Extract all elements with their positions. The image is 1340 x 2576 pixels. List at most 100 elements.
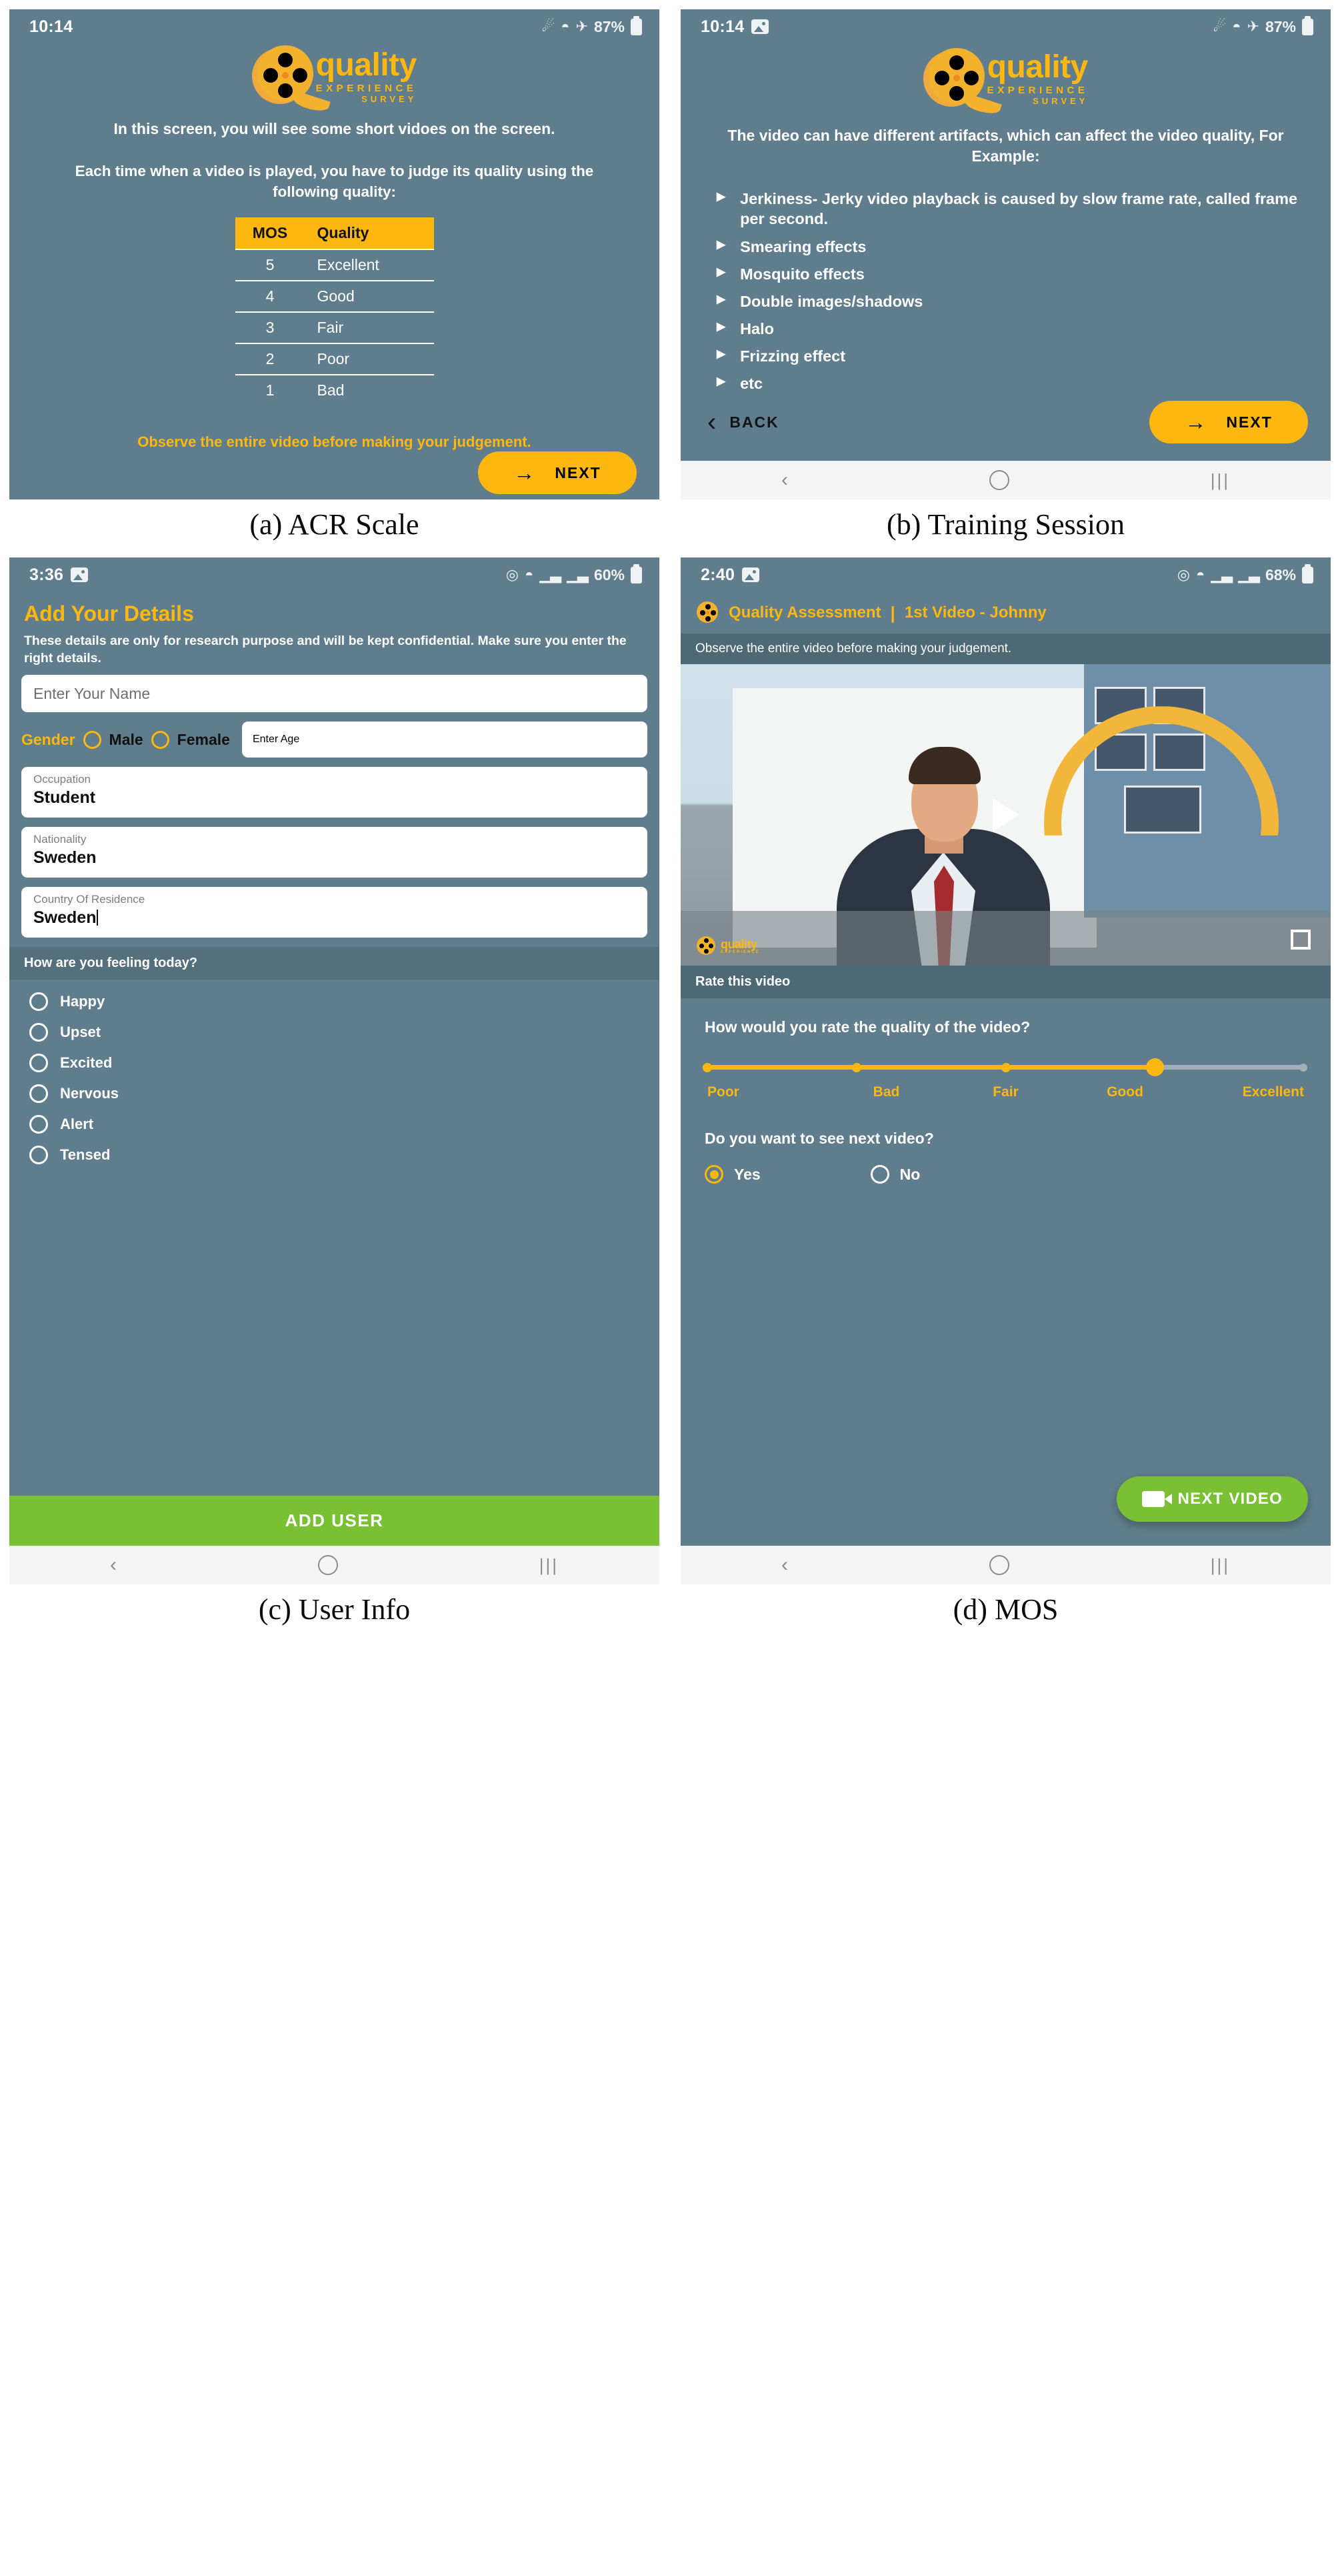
caption-d: (d) MOS [953, 1593, 1059, 1626]
status-bar-c: 3:36 ◎ ◓ ▁▃ ▁▃ 60% [9, 557, 659, 592]
table-row: 3 Fair [235, 311, 434, 343]
gender-radio-male[interactable] [83, 730, 101, 749]
panel-c-user-info: 3:36 ◎ ◓ ▁▃ ▁▃ 60% Add Your Details Thes… [9, 557, 659, 1584]
feeling-option[interactable]: Happy [9, 986, 659, 1017]
android-nav-bar-d: ‹ ||| [681, 1546, 1331, 1584]
home-icon[interactable] [317, 1555, 338, 1575]
triangle-bullet-icon: ▶ [717, 319, 726, 333]
recents-icon[interactable]: ||| [1211, 471, 1230, 489]
bluetooth-icon: ☄ [541, 18, 555, 35]
instruction-text: Each time when a video is played, you ha… [75, 163, 594, 200]
slider-label-fair: Fair [993, 1084, 1019, 1100]
radio-no[interactable] [870, 1165, 889, 1184]
table-row: 1 Bad [235, 373, 434, 405]
panel-d-mos: 2:40 ◎ ◓ ▁▃ ▁▃ 68% Quality Assessment | … [681, 557, 1331, 1584]
slider-labels: Poor Bad Fair Good Excellent [707, 1084, 1304, 1100]
age-input-placeholder: Enter Age [252, 734, 300, 746]
slider-tick-fair[interactable] [1001, 1063, 1011, 1072]
home-icon[interactable] [989, 470, 1009, 490]
name-input[interactable]: Enter Your Name [21, 675, 647, 713]
feeling-radio[interactable] [29, 1054, 48, 1073]
next-button-label: NEXT [555, 463, 601, 481]
panel-a-cell: 10:14 ☄ ◓ ✈ 87% quality EXPERIENCE SURVE… [9, 9, 659, 541]
list-item-label: Smearing effects [740, 237, 867, 255]
recents-icon[interactable]: ||| [539, 1556, 559, 1574]
airplane-icon: ✈ [1247, 18, 1259, 35]
arrow-right-icon: → [1185, 410, 1208, 434]
cell-quality: Bad [305, 373, 434, 405]
back-icon[interactable]: ‹ [781, 470, 788, 490]
list-item: ▶ Double images/shadows [710, 291, 1304, 311]
back-icon[interactable]: ‹ [110, 1555, 117, 1575]
slider-fill [707, 1065, 1155, 1070]
arrow-right-icon: → [513, 461, 537, 485]
quality-slider[interactable] [703, 1058, 1307, 1076]
status-right-c: ◎ ◓ ▁▃ ▁▃ 60% [506, 563, 642, 584]
list-item: ▶ Frizzing effect [710, 346, 1304, 366]
fullscreen-icon[interactable] [1291, 930, 1311, 950]
answer-yes-label: Yes [734, 1165, 761, 1183]
feeling-label: Alert [60, 1116, 94, 1133]
table-row: 4 Good [235, 279, 434, 312]
list-item-label: Jerkiness- Jerky video playback is cause… [740, 190, 1298, 228]
gender-radio-female[interactable] [151, 730, 169, 749]
residence-field[interactable]: Country Of Residence Sweden [21, 887, 647, 938]
battery-percent: 60% [593, 565, 625, 583]
answer-no-label: No [899, 1165, 921, 1183]
wifi-icon: ◓ [561, 18, 570, 35]
image-icon [751, 19, 769, 34]
figure-row-top: 10:14 ☄ ◓ ✈ 87% quality EXPERIENCE SURVE… [9, 9, 1331, 541]
back-icon[interactable]: ‹ [781, 1555, 788, 1575]
video-player[interactable]: quality EXPERIENCE [681, 664, 1331, 966]
answer-yes[interactable]: Yes [705, 1165, 761, 1184]
assessment-title: Quality Assessment [729, 603, 881, 621]
status-right-b: ☄ ◓ ✈ 87% [1213, 15, 1313, 36]
next-button[interactable]: → NEXT [1149, 401, 1308, 443]
artifacts-heading: The video can have different artifacts, … [727, 126, 1284, 165]
status-time: 10:14 [29, 17, 73, 36]
cell-mos: 4 [235, 279, 305, 312]
play-icon[interactable] [992, 798, 1019, 832]
film-reel-icon [697, 936, 717, 956]
feeling-option[interactable]: Upset [9, 1017, 659, 1048]
slider-thumb[interactable] [1146, 1058, 1165, 1076]
occupation-field[interactable]: Occupation Student [21, 767, 647, 818]
feeling-radio[interactable] [29, 1146, 48, 1165]
home-icon[interactable] [989, 1555, 1009, 1575]
nationality-field[interactable]: Nationality Sweden [21, 827, 647, 878]
cell-mos: 1 [235, 373, 305, 405]
slider-tick-poor[interactable] [703, 1063, 712, 1072]
android-nav-bar-b: ‹ ||| [681, 461, 1331, 499]
triangle-bullet-icon: ▶ [717, 374, 726, 387]
next-button[interactable]: → NEXT [478, 451, 637, 495]
next-video-button[interactable]: NEXT VIDEO [1116, 1476, 1308, 1522]
status-left-c: 3:36 [29, 565, 89, 585]
cell-quality: Good [305, 279, 434, 312]
radio-yes-selected[interactable] [705, 1165, 723, 1184]
artifacts-list: ▶ Jerkiness- Jerky video playback is caus… [681, 166, 1331, 401]
feeling-radio[interactable] [29, 1115, 48, 1134]
back-button[interactable]: ‹ BACK [707, 409, 779, 435]
answer-no[interactable]: No [870, 1165, 921, 1184]
add-user-button[interactable]: ADD USER [9, 1496, 659, 1546]
slider-tick-bad[interactable] [851, 1063, 861, 1072]
triangle-bullet-icon: ▶ [717, 265, 726, 278]
feeling-option[interactable]: Tensed [9, 1140, 659, 1170]
battery-percent: 87% [593, 17, 625, 35]
feeling-option[interactable]: Excited [9, 1048, 659, 1078]
feeling-option[interactable]: Nervous [9, 1078, 659, 1109]
video-controls-bar [681, 911, 1331, 966]
feeling-radio[interactable] [29, 992, 48, 1012]
feeling-radio[interactable] [29, 1023, 48, 1042]
app-logo-a: quality EXPERIENCE SURVEY [9, 44, 659, 115]
feeling-option[interactable]: Alert [9, 1109, 659, 1140]
age-input[interactable]: Enter Age [241, 722, 647, 758]
triangle-bullet-icon: ▶ [717, 347, 726, 360]
feeling-radio[interactable] [29, 1084, 48, 1104]
table-row: 5 Excellent [235, 248, 434, 281]
recents-icon[interactable]: ||| [1211, 1556, 1230, 1574]
logo-experience: EXPERIENCE [315, 82, 417, 94]
signal-icon: ▁▃ [539, 566, 561, 583]
logo-wordmark: quality EXPERIENCE SURVEY [316, 49, 417, 103]
slider-tick-excellent[interactable] [1299, 1064, 1307, 1072]
